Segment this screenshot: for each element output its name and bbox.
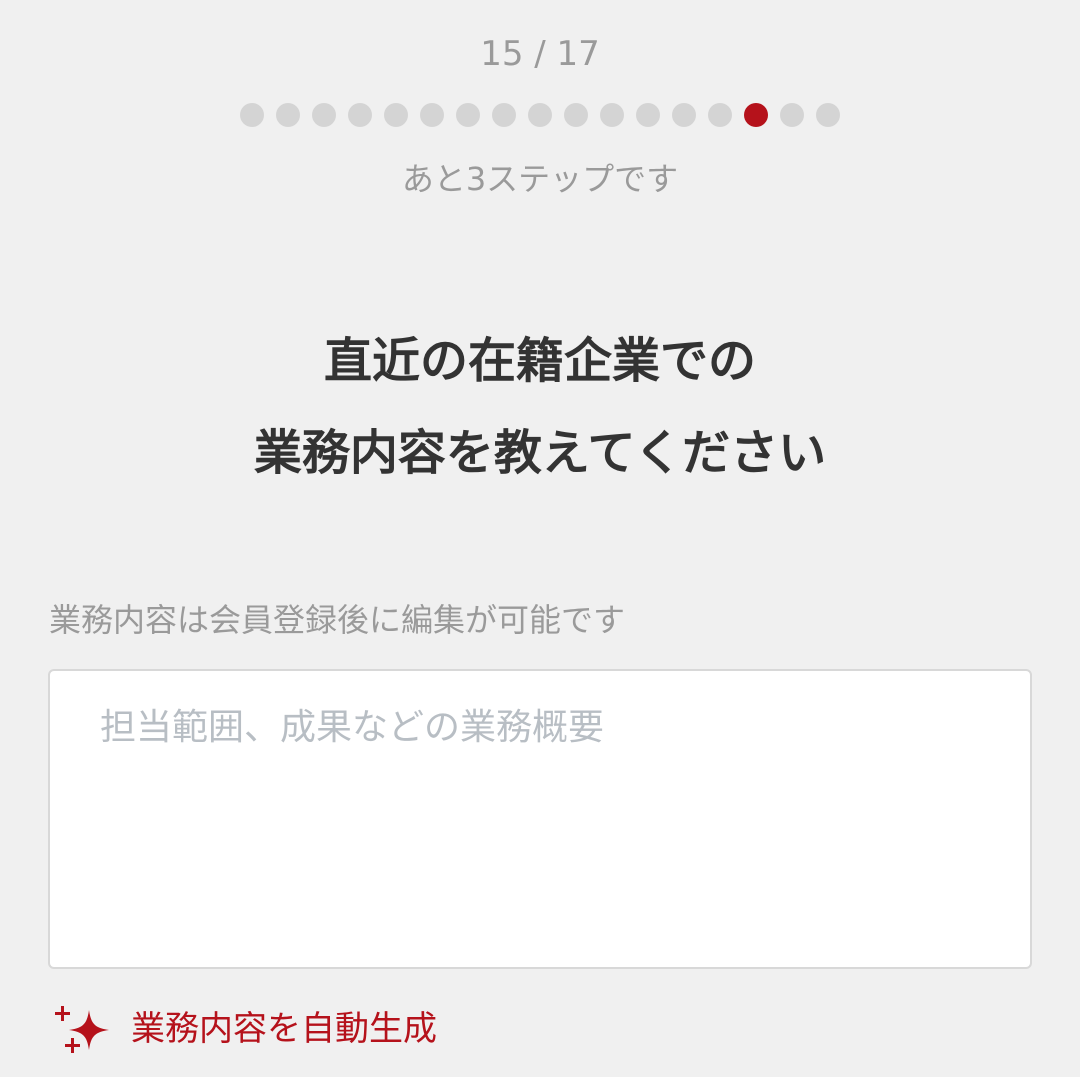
page-title-line-1: 直近の在籍企業での bbox=[323, 333, 756, 389]
sparkle-icon bbox=[55, 1006, 109, 1053]
progress-dot bbox=[672, 103, 696, 127]
progress-dot bbox=[636, 103, 660, 127]
steps-remaining-text: あと3ステップです bbox=[401, 160, 679, 198]
progress-dot bbox=[600, 103, 624, 127]
page-title: 直近の在籍企業での 業務内容を教えてください bbox=[0, 315, 1080, 499]
helper-text: 業務内容は会員登録後に編集が可能です bbox=[49, 601, 626, 639]
progress-dot bbox=[456, 103, 480, 127]
progress-dot bbox=[564, 103, 588, 127]
progress-dot bbox=[312, 103, 336, 127]
progress-dots bbox=[0, 103, 1080, 127]
progress-dot bbox=[384, 103, 408, 127]
auto-generate-label: 業務内容を自動生成 bbox=[131, 1009, 437, 1049]
description-field-container bbox=[48, 669, 1032, 969]
progress-dot bbox=[708, 103, 732, 127]
page-title-line-2: 業務内容を教えてください bbox=[253, 425, 827, 481]
progress-dot-active bbox=[744, 103, 768, 127]
progress-dot bbox=[420, 103, 444, 127]
progress-counter: 15 / 17 bbox=[480, 34, 600, 74]
progress-dot bbox=[780, 103, 804, 127]
description-textarea[interactable] bbox=[50, 671, 1030, 967]
progress-dot bbox=[816, 103, 840, 127]
progress-dot bbox=[492, 103, 516, 127]
progress-dot bbox=[240, 103, 264, 127]
progress-dot bbox=[348, 103, 372, 127]
progress-dot bbox=[528, 103, 552, 127]
auto-generate-button[interactable]: 業務内容を自動生成 bbox=[55, 1002, 437, 1056]
progress-dot bbox=[276, 103, 300, 127]
